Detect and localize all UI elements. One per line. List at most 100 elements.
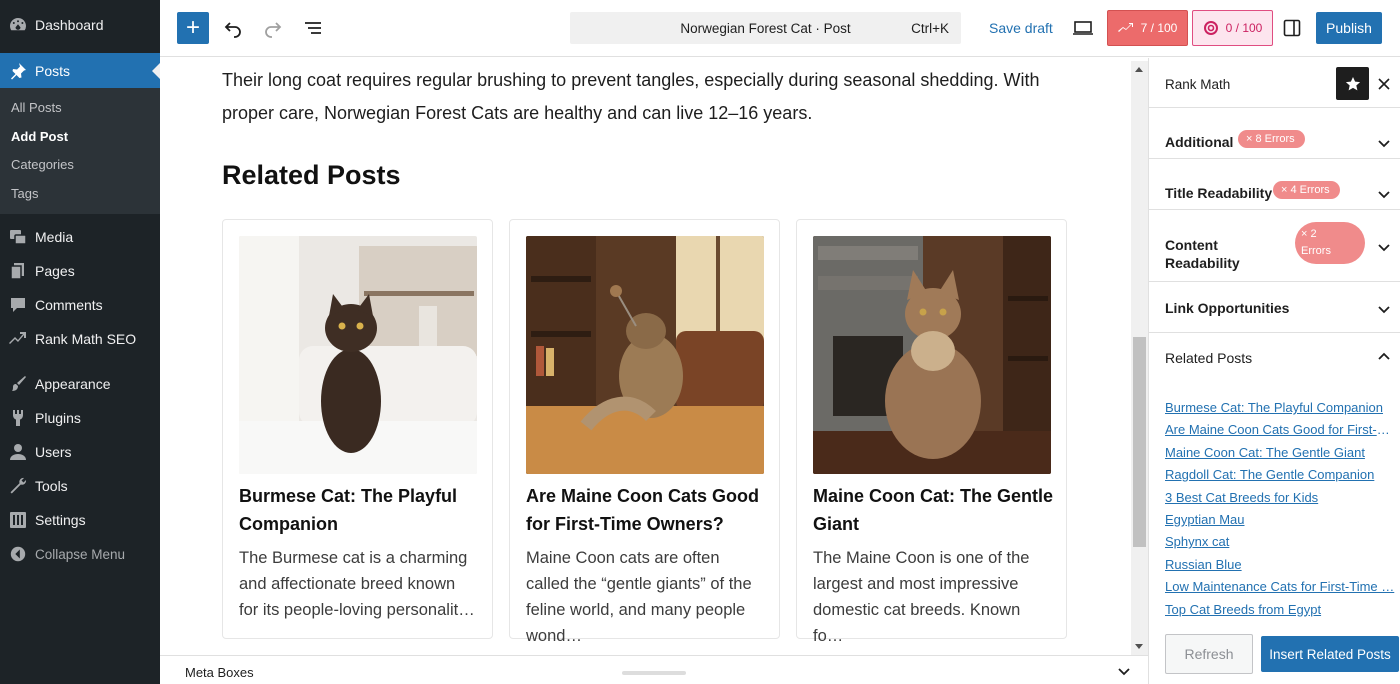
submenu-tags[interactable]: Tags [0,180,160,209]
refresh-button[interactable]: Refresh [1165,634,1253,674]
related-post-link[interactable]: Are Maine Coon Cats Good for First-Ti… [1165,419,1397,441]
sidebar-toggle-icon [1283,19,1301,37]
sidebar-item-comments[interactable]: Comments [0,288,160,322]
chevron-down-icon[interactable] [1117,664,1131,678]
meta-boxes-bar[interactable]: Meta Boxes [160,655,1148,684]
seo-score-badge[interactable]: 7 / 100 [1107,10,1188,46]
related-post-link[interactable]: Burmese Cat: The Playful Companion [1165,397,1397,419]
scrollbar-thumb[interactable] [1133,337,1146,547]
error-count: 4 Errors [1290,184,1330,196]
rank-math-logo-icon [1117,23,1133,32]
redo-button[interactable] [260,15,286,41]
panel-header: Rank Math [1149,58,1400,108]
sidebar-item-appearance[interactable]: Appearance [0,367,160,401]
sidebar-item-dashboard[interactable]: Dashboard [0,8,160,42]
sidebar-item-label: Comments [35,297,103,314]
sidebar-item-label: Dashboard [35,17,104,33]
card-image-maine-coon-sitting [813,236,1051,474]
resize-handle[interactable] [622,671,686,675]
card-title[interactable]: Maine Coon Cat: The Gentle Giant [813,482,1053,538]
card-excerpt: Maine Coon cats are often called the “ge… [526,549,752,645]
card-title[interactable]: Burmese Cat: The Playful Companion [239,482,479,538]
collapse-menu-button[interactable]: Collapse Menu [0,537,160,571]
settings-panel-toggle[interactable] [1279,15,1305,41]
section-label: Related Posts [1165,350,1253,366]
sidebar-item-posts[interactable]: Posts [0,53,160,88]
sidebar-item-label: Media [35,229,74,246]
sidebar-item-label: Collapse Menu [35,546,126,562]
related-post-link[interactable]: Low Maintenance Cats for First-Time … [1165,576,1397,598]
related-post-link[interactable]: 3 Best Cat Breeds for Kids [1165,487,1397,509]
section-related-posts[interactable]: Related Posts [1149,333,1400,373]
submenu-add-post[interactable]: Add Post [0,123,160,152]
sidebar-item-settings[interactable]: Settings [0,503,160,537]
related-post-link[interactable]: Russian Blue [1165,554,1397,576]
sidebar-item-plugins[interactable]: Plugins [0,401,160,435]
sidebar-item-pages[interactable]: Pages [0,254,160,288]
list-view-icon [305,22,321,34]
related-posts-list: Burmese Cat: The Playful Companion Are M… [1165,397,1397,621]
media-icon [8,227,28,247]
related-post-link[interactable]: Maine Coon Cat: The Gentle Giant [1165,442,1397,464]
chevron-down-icon [1378,140,1390,148]
section-content-readability[interactable]: Content Readability × 2 Errors [1149,210,1400,282]
readability-score-value: 0 / 100 [1225,21,1263,35]
undo-button[interactable] [220,15,246,41]
sidebar-item-tools[interactable]: Tools [0,469,160,503]
command-palette-bar[interactable]: Norwegian Forest Cat · Post Ctrl+K [570,12,961,44]
section-link-opportunities[interactable]: Link Opportunities [1149,282,1400,333]
section-label: Link Opportunities [1165,300,1290,316]
related-post-card[interactable]: Burmese Cat: The Playful Companion The B… [222,219,493,639]
pin-panel-button[interactable] [1336,67,1369,100]
add-block-button[interactable]: + [177,12,209,44]
preview-button[interactable] [1070,15,1096,41]
publish-button[interactable]: Publish [1316,12,1382,44]
rank-math-panel: Rank Math Additional × 8 Errors Title Re… [1148,58,1400,684]
rank-math-icon [8,329,28,349]
related-post-card[interactable]: Maine Coon Cat: The Gentle Giant The Mai… [796,219,1067,645]
wrench-icon [8,476,28,496]
comment-icon [8,295,28,315]
close-panel-button[interactable] [1378,74,1390,95]
section-additional[interactable]: Additional × 8 Errors [1149,108,1400,159]
canvas-scrollbar[interactable] [1131,61,1148,655]
related-post-link[interactable]: Ragdoll Cat: The Gentle Companion [1165,464,1397,486]
sidebar-item-label: Appearance [35,376,111,393]
related-post-link[interactable]: Sphynx cat [1165,531,1397,553]
paragraph-block[interactable]: Their long coat requires regular brushin… [222,64,1072,130]
related-post-card[interactable]: Are Maine Coon Cats Good for First-Time … [509,219,780,645]
submenu-all-posts[interactable]: All Posts [0,94,160,123]
card-image-maine-coon-playing [526,236,764,474]
sidebar-item-rank-math[interactable]: Rank Math SEO [0,322,160,356]
insert-related-posts-button[interactable]: Insert Related Posts [1261,636,1399,672]
error-badge: × 8 Errors [1238,130,1305,148]
save-draft-button[interactable]: Save draft [989,20,1053,36]
card-title[interactable]: Are Maine Coon Cats Good for First-Time … [526,482,766,538]
document-overview-button[interactable] [300,15,326,41]
sidebar-item-users[interactable]: Users [0,435,160,469]
dashboard-icon [8,15,28,35]
sidebar-item-media[interactable]: Media [0,220,160,254]
related-posts-heading[interactable]: Related Posts [222,160,401,191]
user-icon [8,442,28,462]
readability-score-badge[interactable]: 0 / 100 [1192,10,1273,46]
card-excerpt: The Burmese cat is a charming and affect… [239,549,475,619]
related-post-link[interactable]: Top Cat Breeds from Egypt [1165,599,1397,621]
scroll-up-arrow-icon[interactable] [1135,67,1143,72]
scroll-down-arrow-icon[interactable] [1135,644,1143,649]
redo-icon [265,22,282,38]
section-label-line-1: Content [1165,237,1218,253]
section-title-readability[interactable]: Title Readability × 4 Errors [1149,159,1400,210]
related-post-link[interactable]: Egyptian Mau [1165,509,1397,531]
collapse-icon [8,544,28,564]
chevron-down-icon [1378,191,1390,199]
chevron-up-icon [1378,352,1390,360]
undo-icon [224,22,241,38]
card-image-burmese [239,236,477,474]
submenu-categories[interactable]: Categories [0,151,160,180]
error-badge: × 4 Errors [1273,181,1340,199]
error-word: Errors [1301,245,1331,257]
editor-toolbar: + Norwegian Forest Cat · Post Ctrl+K Sav… [160,0,1400,57]
card-excerpt: The Maine Coon is one of the largest and… [813,549,1030,645]
pushpin-icon [8,61,28,81]
